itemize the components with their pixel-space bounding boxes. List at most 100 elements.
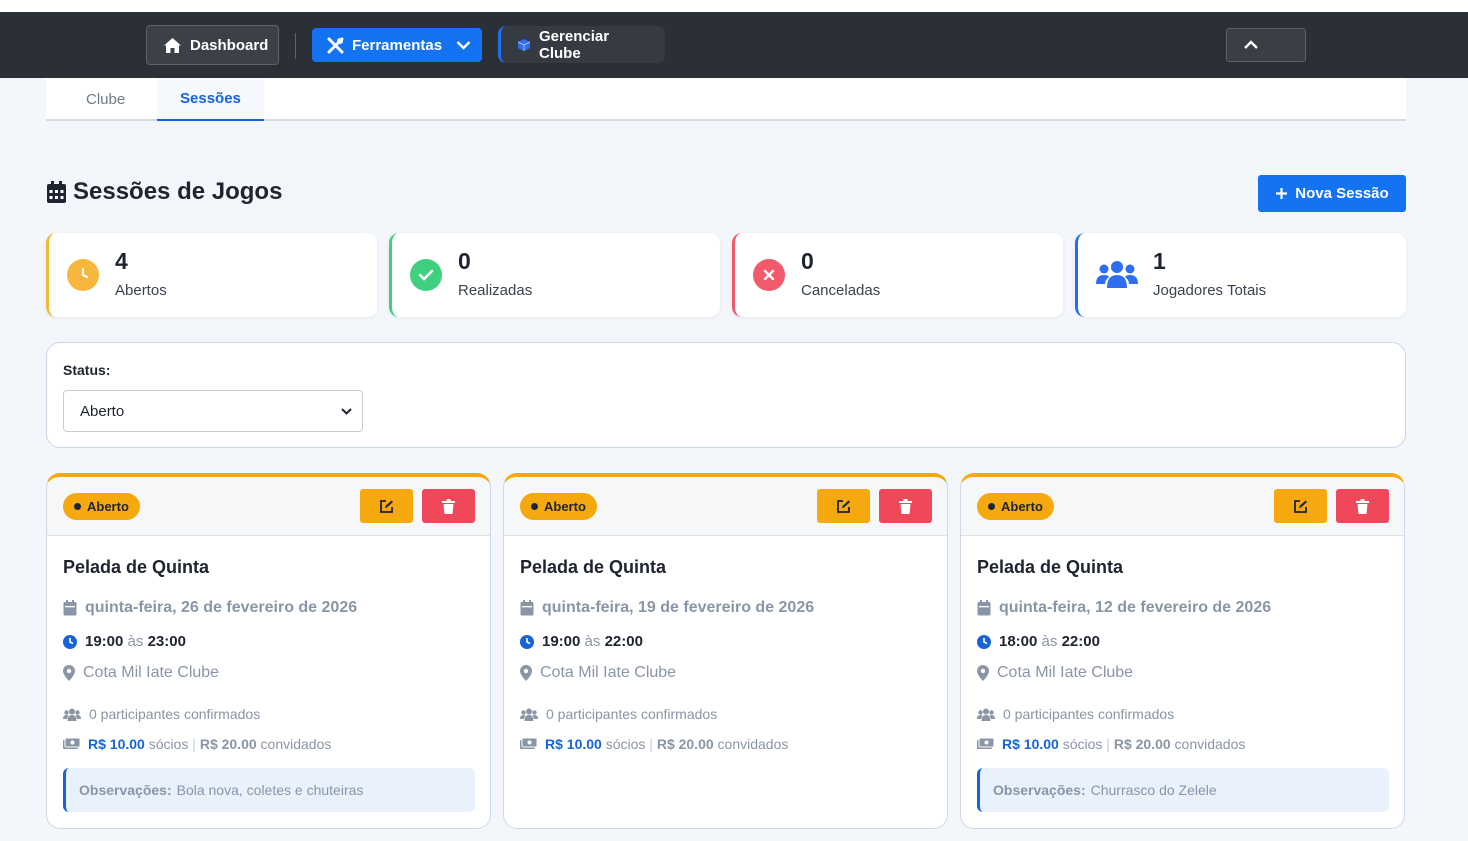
collapse-navbar-button[interactable]: [1226, 28, 1306, 62]
status-badge: Aberto: [977, 493, 1054, 520]
session-date: quinta-feira, 19 de fevereiro de 2026: [542, 599, 815, 616]
tab-clube[interactable]: Clube: [63, 78, 148, 121]
edit-icon: [836, 499, 851, 514]
price-guests: R$ 20.00: [656, 736, 714, 752]
stat-card-jogadores: 1 Jogadores Totais: [1075, 233, 1406, 317]
session-price-row: R$ 10.00 sócios | R$ 20.00 convidados: [520, 736, 788, 752]
delete-session-button[interactable]: [422, 489, 475, 523]
session-time-row: 18:00 às 22:00: [977, 633, 1100, 650]
stat-label: Realizadas: [458, 282, 533, 299]
session-location: Cota Mil Iate Clube: [83, 664, 220, 681]
delete-session-button[interactable]: [1336, 489, 1389, 523]
session-location: Cota Mil Iate Clube: [540, 664, 677, 681]
guests-label: convidados: [1174, 736, 1246, 752]
clock-icon: [520, 634, 534, 649]
price-members: R$ 10.00: [545, 736, 602, 752]
session-participants-row: 0 participantes confirmados: [520, 706, 717, 722]
notes-label: Observações:: [79, 782, 172, 798]
clock-icon: [977, 634, 991, 649]
stat-value: 0: [801, 248, 814, 274]
edit-icon: [1293, 499, 1308, 514]
session-date-row: quinta-feira, 26 de fevereiro de 2026: [63, 599, 357, 617]
session-title: Pelada de Quinta: [977, 557, 1124, 577]
nav-divider: [295, 33, 296, 59]
navbar: Dashboard Ferramentas Gerenciar Clube: [0, 12, 1468, 78]
manage-club-label: Gerenciar Clube: [539, 27, 610, 62]
stat-card-canceladas: 0 Canceladas: [732, 233, 1063, 317]
session-participants: 0 participantes confirmados: [89, 706, 261, 722]
status-badge-label: Aberto: [1001, 499, 1043, 514]
tools-dropdown-button[interactable]: Ferramentas: [312, 28, 482, 62]
stat-card-realizadas: 0 Realizadas: [389, 233, 720, 317]
home-icon: [163, 37, 182, 54]
users-icon: [63, 708, 81, 721]
session-card-header: Aberto: [47, 477, 490, 536]
status-badge: Aberto: [63, 493, 140, 520]
edit-session-button[interactable]: [1274, 489, 1327, 523]
manage-club-button[interactable]: Gerenciar Clube: [498, 26, 665, 63]
map-pin-icon: [977, 665, 989, 681]
notes-label: Observações:: [993, 782, 1086, 798]
cube-icon: [517, 38, 531, 52]
dashboard-label: Dashboard: [190, 36, 269, 54]
session-location: Cota Mil Iate Clube: [997, 664, 1134, 681]
price-guests: R$ 20.00: [1113, 736, 1171, 752]
session-title: Pelada de Quinta: [63, 557, 210, 577]
stat-value: 4: [115, 248, 128, 274]
new-session-button[interactable]: Nova Sessão: [1258, 175, 1406, 212]
status-select[interactable]: Aberto: [63, 390, 363, 432]
trash-icon: [1356, 498, 1369, 514]
session-notes: Observações: Bola nova, coletes e chutei…: [63, 768, 475, 812]
edit-session-button[interactable]: [360, 489, 413, 523]
session-participants: 0 participantes confirmados: [546, 706, 718, 722]
x-circle-icon: [753, 259, 785, 291]
money-icon: [520, 738, 537, 750]
new-session-label: Nova Sessão: [1295, 185, 1389, 202]
status-filter-label: Status:: [63, 362, 111, 378]
session-location-row: Cota Mil Iate Clube: [977, 664, 1133, 682]
calendar-icon: [977, 600, 991, 616]
session-card: Aberto Pelada de Quinta quinta-feira, 19…: [503, 473, 948, 829]
session-participants-row: 0 participantes confirmados: [63, 706, 260, 722]
trash-icon: [442, 498, 455, 514]
tools-label: Ferramentas: [352, 36, 443, 54]
notes-text: Bola nova, coletes e chuteiras: [176, 782, 364, 798]
delete-session-button[interactable]: [879, 489, 932, 523]
stat-label: Canceladas: [801, 282, 881, 299]
status-dot-icon: [74, 503, 81, 510]
session-end: 23:00: [147, 633, 186, 650]
session-notes: Observações: Churrasco do Zelele: [977, 768, 1389, 812]
members-label: sócios: [1062, 736, 1103, 752]
edit-session-button[interactable]: [817, 489, 870, 523]
stat-value: 0: [458, 248, 471, 274]
members-label: sócios: [605, 736, 646, 752]
trash-icon: [899, 498, 912, 514]
dashboard-button[interactable]: Dashboard: [146, 25, 279, 65]
plus-icon: [1275, 187, 1288, 200]
tab-sessoes[interactable]: Sessões: [157, 78, 264, 121]
session-card: Aberto Pelada de Quinta quinta-feira, 26…: [46, 473, 491, 829]
stat-value: 1: [1153, 248, 1166, 274]
guests-label: convidados: [717, 736, 789, 752]
session-location-row: Cota Mil Iate Clube: [63, 664, 219, 682]
status-select-value: Aberto: [80, 402, 125, 420]
session-card-header: Aberto: [504, 477, 947, 536]
top-strip: [0, 0, 1468, 12]
notes-text: Churrasco do Zelele: [1090, 782, 1217, 798]
calendar-icon: [520, 600, 534, 616]
chevron-up-icon: [1243, 40, 1259, 50]
price-guests: R$ 20.00: [199, 736, 257, 752]
chevron-down-icon: [456, 40, 471, 50]
members-label: sócios: [148, 736, 189, 752]
session-date-row: quinta-feira, 19 de fevereiro de 2026: [520, 599, 814, 617]
status-badge-label: Aberto: [544, 499, 586, 514]
status-dot-icon: [988, 503, 995, 510]
page-title-text: Sessões de Jogos: [73, 178, 283, 205]
session-time-sep: às: [1041, 633, 1058, 650]
status-dot-icon: [531, 503, 538, 510]
session-start: 18:00: [999, 633, 1038, 650]
session-time-sep: às: [127, 633, 144, 650]
session-participants-row: 0 participantes confirmados: [977, 706, 1174, 722]
price-members: R$ 10.00: [1002, 736, 1059, 752]
session-participants: 0 participantes confirmados: [1003, 706, 1175, 722]
